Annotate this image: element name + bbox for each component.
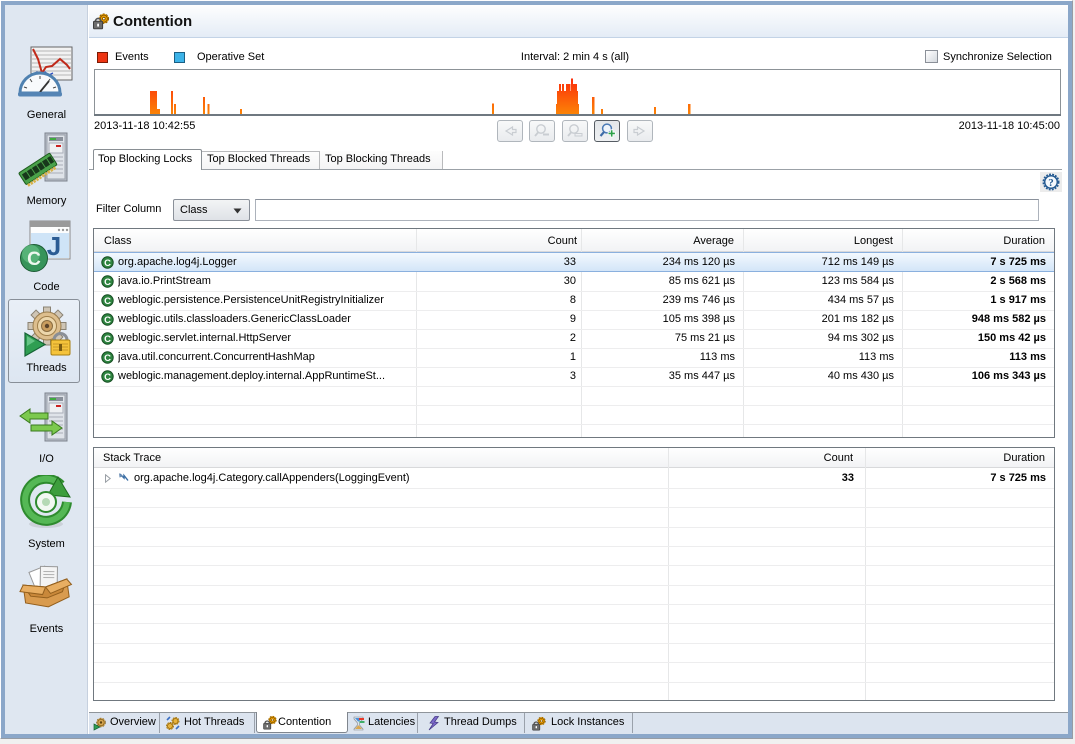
svg-text:C: C bbox=[104, 277, 111, 288]
svg-text:?: ? bbox=[1048, 177, 1054, 189]
svg-text:C: C bbox=[104, 353, 111, 364]
svg-text:C: C bbox=[27, 249, 41, 270]
svg-text:C: C bbox=[104, 372, 111, 383]
svg-text:J: J bbox=[47, 231, 61, 261]
svg-text:C: C bbox=[104, 296, 111, 307]
svg-text:C: C bbox=[104, 315, 111, 326]
svg-text:C: C bbox=[104, 258, 111, 269]
svg-text:C: C bbox=[104, 334, 111, 345]
